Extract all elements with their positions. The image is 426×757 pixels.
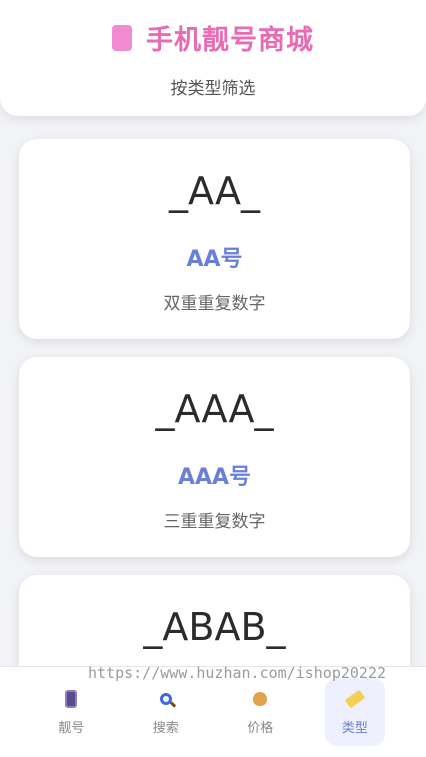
tab-price[interactable]: 价格 [230, 678, 290, 746]
tab-label: 搜索 [152, 720, 179, 736]
tab-label: 价格 [247, 720, 274, 736]
page-header: 手机靓号商城 按类型筛选 [0, 0, 426, 116]
type-description: 三重重复数字 [163, 512, 266, 532]
page-subtitle: 按类型筛选 [170, 79, 256, 99]
type-pattern: _AAA_ [155, 387, 274, 431]
tab-label: 类型 [341, 720, 368, 736]
watermark-url: https://www.huzhan.com/ishop20222 [88, 664, 387, 682]
search-icon [156, 689, 176, 709]
app-title: 手机靓号商城 [146, 25, 314, 56]
phone-icon [61, 689, 81, 709]
tab-label: 靓号 [58, 720, 85, 736]
type-description: 双重重复数字 [163, 294, 266, 314]
type-name: AAA号 [177, 465, 252, 490]
tab-numbers[interactable]: 靓号 [41, 678, 101, 746]
tab-type[interactable]: 类型 [324, 678, 385, 746]
title-row: 手机靓号商城 [0, 18, 426, 57]
tag-icon [344, 689, 365, 709]
phone-icon [112, 24, 132, 51]
tab-search[interactable]: 搜索 [136, 678, 196, 746]
type-name: AA号 [186, 247, 243, 272]
type-card-aaa[interactable]: _AAA_ AAA号 三重重复数字 [19, 357, 410, 557]
money-bag-icon [250, 689, 270, 709]
type-pattern: _ABAB_ [143, 605, 286, 649]
type-card-aa[interactable]: _AA_ AA号 双重重复数字 [19, 139, 410, 339]
type-pattern: _AA_ [168, 169, 261, 213]
